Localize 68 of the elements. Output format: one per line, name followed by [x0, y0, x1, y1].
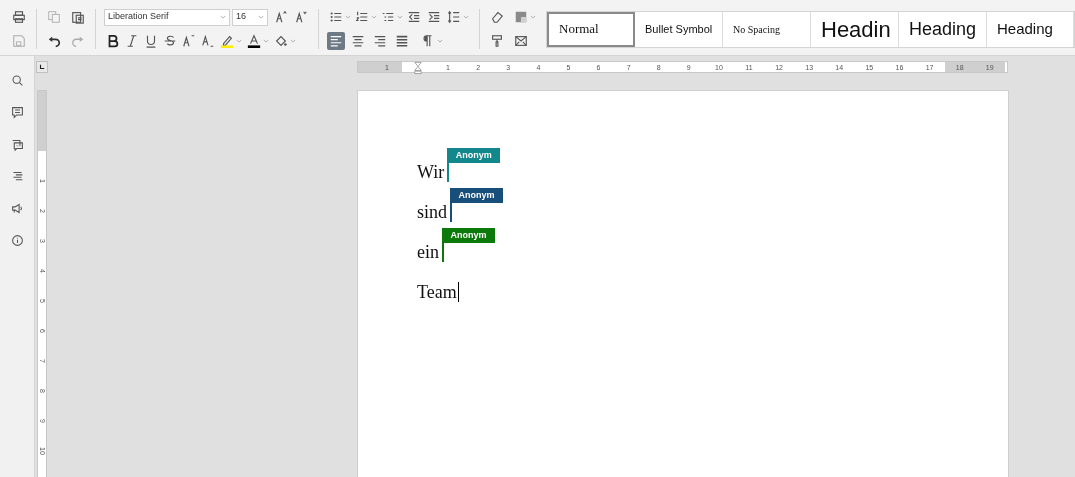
caret-icon [463, 14, 469, 20]
indent-marker-icon[interactable] [413, 61, 422, 75]
color-swatch-icon [514, 10, 528, 24]
caret-icon [236, 38, 242, 44]
align-justify-icon [395, 34, 409, 48]
font-shrink-icon [294, 10, 308, 24]
caret-icon [290, 38, 296, 44]
copy-icon [47, 10, 61, 24]
author-flag: Anonym [450, 188, 503, 203]
underline-icon [144, 34, 158, 48]
increase-indent-icon [427, 10, 441, 24]
style-preset[interactable]: Bullet Symbol [635, 11, 723, 47]
subscript-icon [201, 34, 215, 48]
line-spacing-icon [447, 10, 461, 24]
strikethrough-icon [163, 34, 177, 48]
comment-icon [10, 105, 24, 119]
font-name-field[interactable]: Liberation Serif [104, 8, 230, 26]
printer-icon [12, 10, 26, 24]
eraser-icon [490, 10, 504, 24]
decrease-indent-icon [407, 10, 421, 24]
highlighter-icon [220, 34, 234, 48]
font-size-field[interactable]: 16 [232, 8, 268, 26]
caret-icon [345, 14, 351, 20]
style-preset[interactable]: Headin [811, 11, 899, 47]
superscript-icon [182, 34, 196, 48]
paragraph-text: ein [417, 242, 439, 262]
bold-icon [106, 34, 120, 48]
caret-icon [258, 14, 264, 20]
align-right-icon [373, 34, 387, 48]
left-tab-icon [39, 64, 45, 70]
paint-bucket-icon [274, 34, 288, 48]
redo-icon [71, 34, 85, 48]
megaphone-icon [10, 201, 24, 215]
author-flag: Anonym [442, 228, 495, 243]
align-left-icon [329, 34, 343, 48]
search-icon [10, 73, 24, 87]
bulleted-list-icon [329, 10, 343, 24]
style-preset[interactable]: Normal [547, 11, 635, 47]
multilevel-list-icon [381, 10, 395, 24]
caret-icon [371, 14, 377, 20]
align-left-button[interactable] [327, 32, 345, 50]
align-center-icon [351, 34, 365, 48]
italic-icon [125, 34, 139, 48]
paragraph-text: Wir [417, 162, 445, 182]
style-preset[interactable]: Heading [987, 11, 1074, 47]
paint-roller-icon [490, 34, 504, 48]
caret-icon [263, 38, 269, 44]
caret-icon [530, 14, 536, 20]
clipboard-icon [71, 10, 85, 24]
font-color-icon [247, 34, 261, 48]
paragraph-text: Team [417, 282, 457, 302]
chat-icon [10, 137, 24, 151]
style-preset[interactable]: No Spacing [723, 11, 811, 47]
numbered-list-icon [355, 10, 369, 24]
info-icon [10, 233, 24, 247]
undo-icon [47, 34, 61, 48]
headings-icon [10, 169, 24, 183]
pilcrow-icon [421, 34, 435, 48]
author-flag: Anonym [447, 148, 501, 163]
floppy-icon [12, 34, 26, 48]
caret-icon [220, 14, 226, 20]
envelope-icon [514, 34, 528, 48]
font-grow-icon [274, 10, 288, 24]
caret-icon [397, 14, 403, 20]
caret-icon [437, 38, 443, 44]
tab-stop-button[interactable] [36, 61, 48, 73]
paragraph-text: sind [417, 202, 447, 222]
style-preset[interactable]: Heading [899, 11, 987, 47]
